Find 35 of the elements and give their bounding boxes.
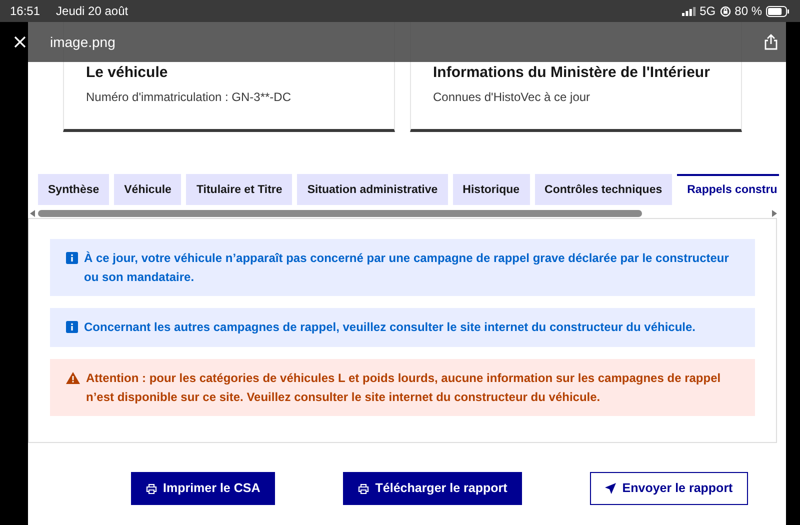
scroll-left-icon[interactable] [30, 210, 35, 217]
network-label: 5G [700, 3, 716, 20]
status-date: Jeudi 20 août [56, 3, 128, 20]
card-title: Informations du Ministère de l'Intérieur [433, 64, 711, 82]
info-icon [66, 321, 78, 334]
warning-icon [66, 372, 80, 384]
info-icon [66, 252, 78, 264]
share-icon[interactable] [764, 34, 778, 50]
signal-icon [682, 6, 696, 16]
rotation-lock-icon [720, 6, 731, 16]
scrollbar-thumb[interactable] [38, 210, 642, 217]
print-button[interactable]: Imprimer le CSA [131, 472, 276, 505]
tab[interactable]: Véhicule [114, 174, 182, 206]
alert-text: Attention : pour les catégories de véhicules L et poids lourds, aucune information sur les campagnes de rappel n’est disponible sur ce site. Veuillez consulter le site internet du constructeur du véhicule. [86, 370, 722, 406]
file-title: image.png [50, 32, 116, 52]
status-time: 16:51 [10, 3, 40, 20]
card-text: Connues d'HistoVec à ce jour [433, 89, 592, 106]
alert-text: À ce jour, votre véhicule n’apparaît pas concerné par une campagne de rappel grave déclarée par le constructeur ou son mandataire. [84, 250, 730, 286]
send-icon [605, 483, 616, 494]
tab[interactable]: Synthèse [38, 174, 110, 206]
scroll-right-icon[interactable] [772, 210, 777, 217]
printer-icon [358, 484, 370, 494]
battery-percent: 80 % [734, 3, 762, 20]
tab[interactable]: Contrôles techniques [534, 174, 672, 206]
tab[interactable]: Titulaire et Titre [186, 174, 292, 206]
send-button[interactable]: Envoyer le rapport [590, 472, 748, 505]
card-text: Numéro d'immatriculation : GN-3**-DC [86, 89, 292, 106]
close-icon[interactable] [14, 36, 26, 48]
battery-icon [766, 6, 790, 16]
tab[interactable]: Historique [452, 174, 530, 206]
printer-icon [146, 484, 157, 494]
alert-text: Concernant les autres campagnes de rappel, veuillez consulter le site internet du constructeur du véhicule. [84, 319, 696, 336]
card-title: Le véhicule [86, 64, 169, 82]
tab[interactable]: Situation administrative [297, 174, 448, 206]
print-button[interactable]: Télécharger le rapport [343, 472, 522, 505]
